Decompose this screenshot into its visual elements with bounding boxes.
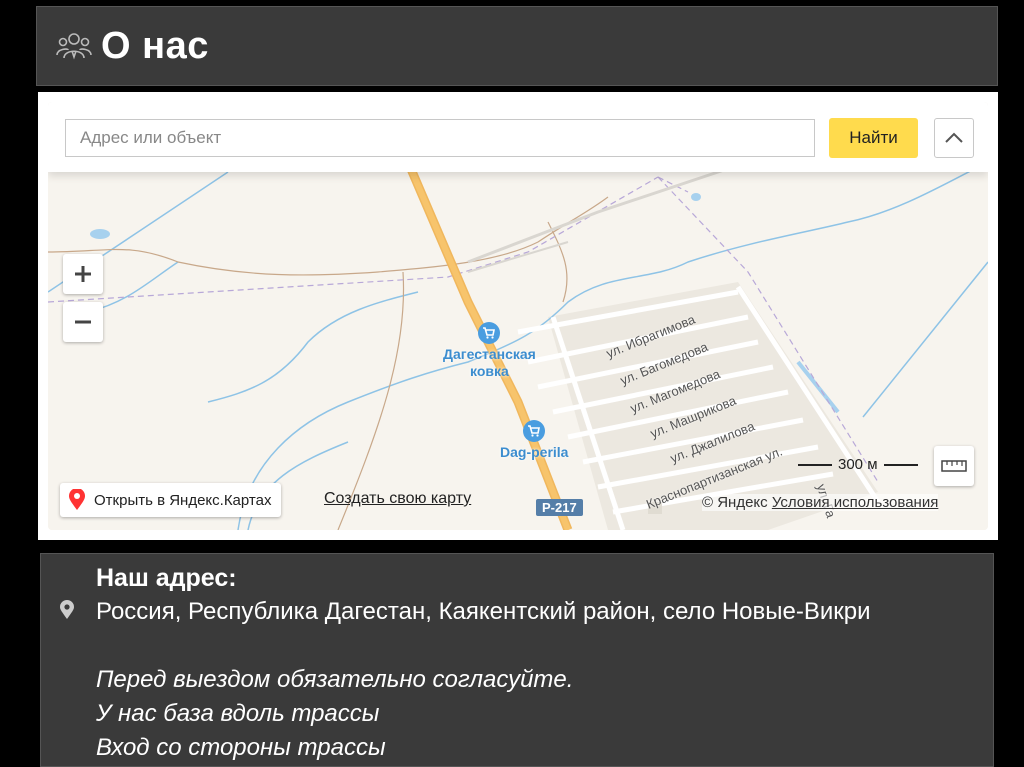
poi-dagestanskaya-kovka[interactable]: Дагестанская ковка (443, 322, 536, 380)
shopping-cart-icon (478, 322, 501, 344)
poi-dag-perila[interactable]: Dag-perila (500, 420, 568, 461)
note-line: Вход со стороны трассы (96, 734, 386, 761)
map-widget: Дагестанская ковка Dag-perila ул. Ибрагим… (38, 92, 998, 540)
ruler-icon (941, 460, 967, 472)
copyright-text: © Яндекс (702, 494, 768, 511)
map-canvas[interactable]: Дагестанская ковка Dag-perila ул. Ибрагим… (48, 102, 988, 530)
road-badge: Р-217 (536, 499, 583, 516)
map-scale: 300 м (798, 456, 918, 473)
search-input[interactable]: Адрес или объект (65, 119, 815, 157)
note-line: Перед выездом обязательно согласуйте. (96, 666, 574, 693)
terms-link[interactable]: Условия использования (772, 494, 939, 511)
page-header: О нас (36, 6, 998, 86)
address-text: Россия, Республика Дагестан, Каякентский… (96, 598, 871, 625)
scale-bar-right (883, 463, 918, 466)
map-copyright: © Яндекс Условия использования (702, 494, 939, 511)
team-icon (55, 27, 93, 65)
map-search-bar: Адрес или объект Найти (48, 102, 988, 172)
search-button[interactable]: Найти (829, 118, 918, 158)
page-title: О нас (101, 24, 209, 67)
address-heading: Наш адрес: (96, 564, 237, 592)
scale-bar-left (798, 463, 832, 466)
map-pin-icon (69, 489, 85, 510)
create-map-link[interactable]: Создать свою карту (324, 490, 471, 508)
location-pin-icon (59, 600, 75, 625)
address-panel: Наш адрес: Россия, Республика Дагестан, … (40, 553, 994, 767)
chevron-up-icon (945, 132, 963, 143)
plus-icon (75, 266, 91, 282)
collapse-button[interactable] (934, 118, 974, 158)
poi-label: Dag-perila (500, 444, 569, 460)
scale-label: 300 м (838, 456, 878, 473)
zoom-in-button[interactable] (63, 254, 103, 294)
poi-label: Дагестанская ковка (443, 346, 536, 379)
open-yandex-label: Открыть в Яндекс.Картах (94, 491, 272, 509)
note-line: У нас база вдоль трассы (96, 700, 380, 727)
zoom-out-button[interactable] (63, 302, 103, 342)
minus-icon (75, 320, 91, 324)
shopping-cart-icon (523, 420, 546, 442)
ruler-button[interactable] (934, 446, 974, 486)
open-in-yandex-maps-button[interactable]: Открыть в Яндекс.Картах (60, 483, 282, 517)
